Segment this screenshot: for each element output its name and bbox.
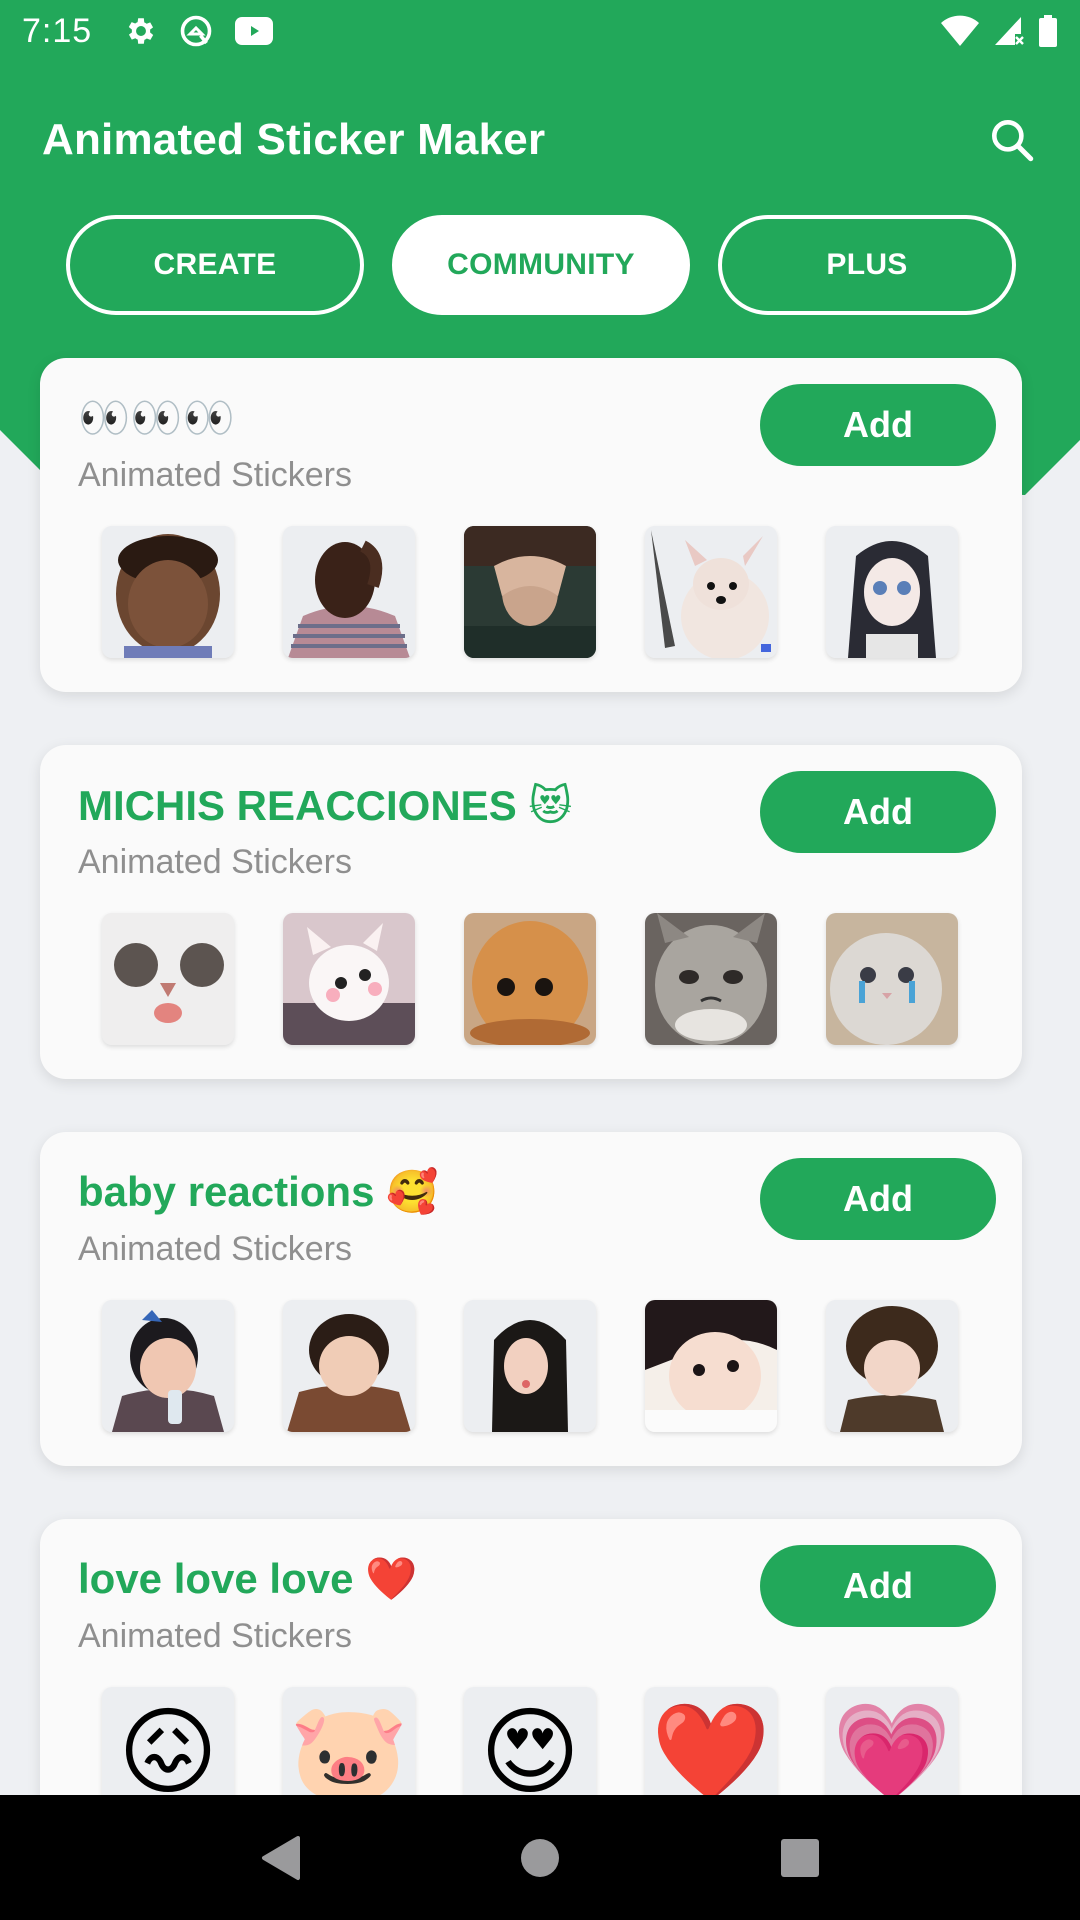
grumpy-cat-sticker[interactable] bbox=[645, 913, 777, 1045]
app-bar: Animated Sticker Maker bbox=[0, 100, 1080, 180]
boy-face-sticker[interactable] bbox=[102, 526, 234, 658]
cat-tongue-sticker[interactable] bbox=[102, 913, 234, 1045]
emoji-glyph: 🐷 bbox=[289, 1699, 409, 1806]
baby-smiling-sticker[interactable] bbox=[283, 1300, 415, 1432]
girl-long-hair-sticker[interactable] bbox=[464, 1300, 596, 1432]
add-pack-button[interactable]: Add bbox=[760, 771, 996, 853]
pack-subtitle: Animated Stickers bbox=[78, 843, 352, 881]
battery-icon bbox=[1038, 14, 1058, 48]
orange-cat-sticker[interactable] bbox=[464, 913, 596, 1045]
recents-icon bbox=[781, 1838, 819, 1877]
add-pack-button[interactable]: Add bbox=[760, 384, 996, 466]
pack-subtitle: Animated Stickers bbox=[78, 1230, 352, 1268]
search-icon bbox=[992, 120, 1034, 162]
woman-hands-head-sticker[interactable] bbox=[464, 526, 596, 658]
sticker-pack-card[interactable]: MICHIS REACCIONES 😻 Animated Stickers Ad… bbox=[40, 745, 1022, 1079]
pack-title: love love love ❤️ bbox=[78, 1555, 418, 1602]
back-icon bbox=[262, 1835, 300, 1880]
emoji-glyph: 😍 bbox=[479, 1699, 581, 1806]
tab-bar: CREATE COMMUNITY PLUS bbox=[66, 215, 1016, 315]
signal-no-service-icon bbox=[992, 14, 1026, 48]
sticker-preview-row bbox=[102, 526, 1002, 660]
pack-title: baby reactions 🥰 bbox=[78, 1168, 439, 1215]
curly-toddler-sticker[interactable] bbox=[826, 1300, 958, 1432]
anime-girl-sticker[interactable] bbox=[826, 526, 958, 658]
home-button[interactable] bbox=[500, 1818, 580, 1898]
status-time: 7:15 bbox=[22, 11, 93, 50]
tab-plus[interactable]: PLUS bbox=[718, 215, 1016, 315]
emoji-glyph: 😖 bbox=[117, 1699, 219, 1806]
dog-knife-sticker[interactable] bbox=[645, 526, 777, 658]
white-cat-blush-sticker[interactable] bbox=[283, 913, 415, 1045]
pack-subtitle: Animated Stickers bbox=[78, 456, 352, 494]
emoji-glyph: ❤️ bbox=[651, 1699, 771, 1806]
crying-man-sticker[interactable] bbox=[283, 526, 415, 658]
recents-button[interactable] bbox=[760, 1818, 840, 1898]
status-bar: 7:15 bbox=[0, 0, 1080, 62]
settings-icon bbox=[124, 14, 158, 48]
sticker-preview-row bbox=[102, 1300, 1002, 1434]
back-button[interactable] bbox=[240, 1818, 320, 1898]
pack-title: MICHIS REACCIONES 😻 bbox=[78, 782, 573, 829]
app-title: Animated Sticker Maker bbox=[42, 115, 546, 164]
sticker-preview-row bbox=[102, 913, 1002, 1047]
tab-community[interactable]: COMMUNITY bbox=[392, 215, 690, 315]
tab-create[interactable]: CREATE bbox=[66, 215, 364, 315]
wifi-icon bbox=[940, 14, 980, 48]
add-pack-button[interactable]: Add bbox=[760, 1158, 996, 1240]
home-icon bbox=[521, 1838, 559, 1877]
emoji-glyph: 💗 bbox=[832, 1699, 952, 1806]
baby-drinking-sticker[interactable] bbox=[102, 1300, 234, 1432]
pack-title: 👀👀👀 bbox=[78, 394, 235, 441]
baby-resting-sticker[interactable] bbox=[645, 1300, 777, 1432]
sticker-pack-card[interactable]: baby reactions 🥰 Animated Stickers Add bbox=[40, 1132, 1022, 1466]
search-button[interactable] bbox=[982, 110, 1042, 170]
pack-subtitle: Animated Stickers bbox=[78, 1617, 352, 1655]
crying-cat-sticker[interactable] bbox=[826, 913, 958, 1045]
sticker-pack-card[interactable]: 👀👀👀 Animated Stickers Add bbox=[40, 358, 1022, 692]
android-q-icon bbox=[178, 13, 214, 49]
youtube-icon bbox=[234, 15, 274, 47]
system-navigation-bar bbox=[0, 1795, 1080, 1920]
add-pack-button[interactable]: Add bbox=[760, 1545, 996, 1627]
